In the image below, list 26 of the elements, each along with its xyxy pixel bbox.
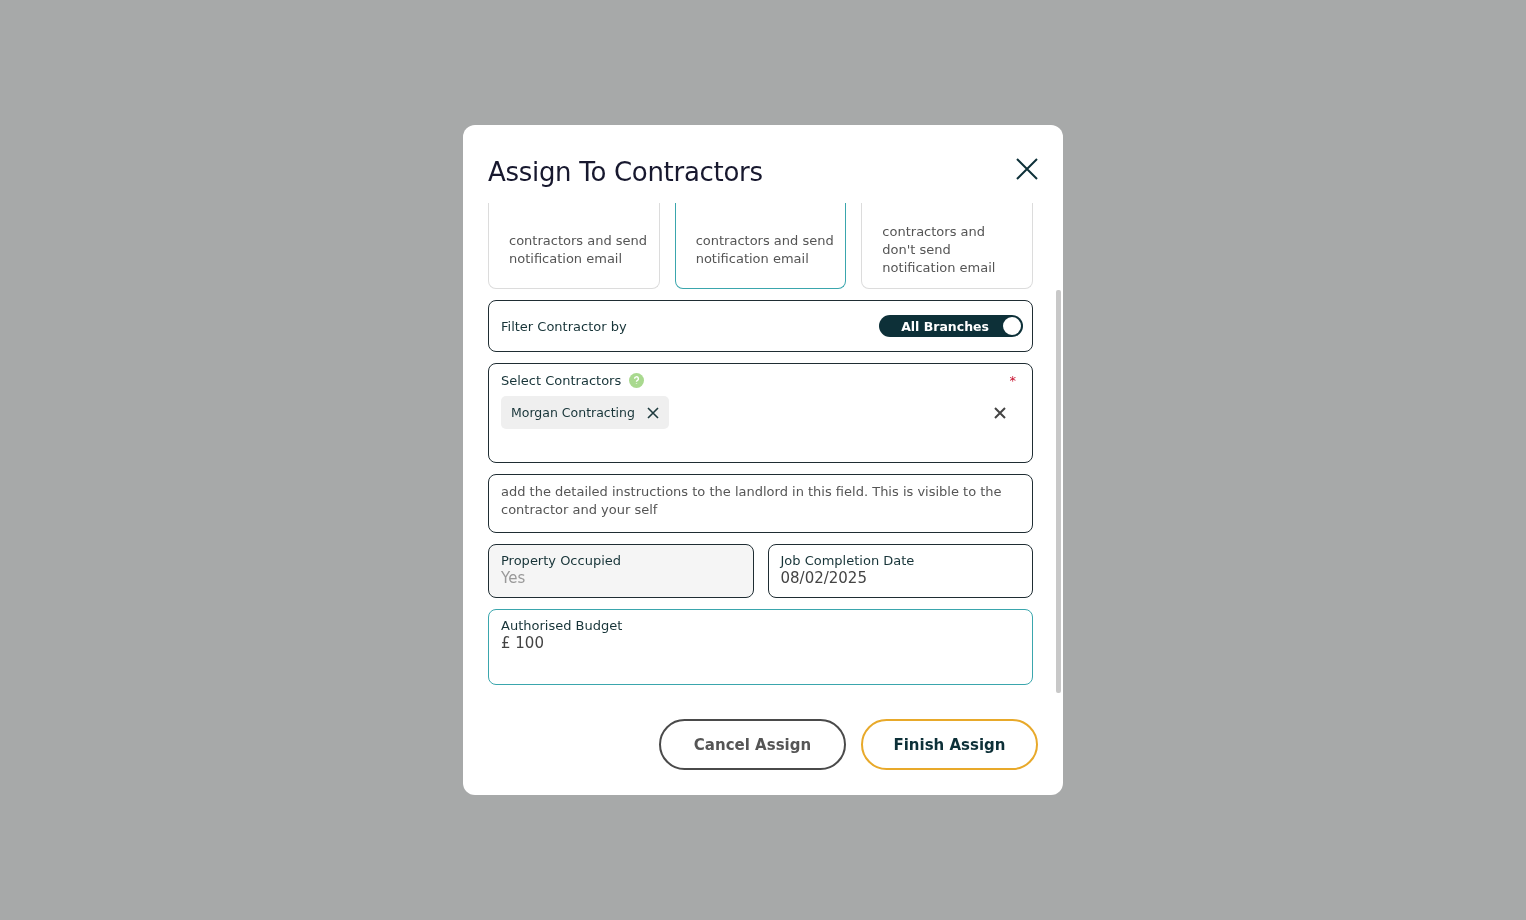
contractor-select[interactable]: Select Contractors * Morgan Contracting <box>488 363 1033 463</box>
filter-label: Filter Contractor by <box>501 318 627 334</box>
select-label: Select Contractors <box>501 373 622 388</box>
option-card[interactable]: contractors and send notification email <box>674 203 847 289</box>
dialog-title: Assign To Contractors <box>488 157 763 187</box>
field-value: 08/02/2025 <box>780 569 1020 587</box>
cancel-button[interactable]: Cancel Assign <box>659 719 846 770</box>
close-button[interactable] <box>1014 156 1040 182</box>
remove-chip-button[interactable] <box>646 406 659 419</box>
option-card[interactable]: contractors and send notification email <box>488 203 660 289</box>
finish-button[interactable]: Finish Assign <box>861 719 1038 770</box>
form-field[interactable]: Authorised Budget £ 100 <box>488 609 1033 685</box>
required-mark: * <box>1009 373 1016 388</box>
chip-label: Morgan Contracting <box>511 405 635 420</box>
scrollbar[interactable] <box>1056 290 1061 693</box>
field-label: Authorised Budget <box>501 618 624 633</box>
clear-button[interactable] <box>994 406 1006 419</box>
field-value: £ 100 <box>501 634 1020 652</box>
option-card[interactable]: contractors and don't send notification email <box>861 203 1033 289</box>
instructions-field[interactable]: add the detailed instructions to the landlord in this field. This is visible to the contractor and your self <box>488 474 1033 533</box>
form-field[interactable]: Job Completion Date 08/02/2025 <box>767 544 1033 598</box>
field-label: Job Completion Date <box>780 553 916 568</box>
branch-toggle[interactable]: All Branches <box>879 315 1023 337</box>
field-value: Yes <box>501 569 741 587</box>
help-icon <box>629 373 645 388</box>
field-label: Property Occupied <box>501 553 623 568</box>
